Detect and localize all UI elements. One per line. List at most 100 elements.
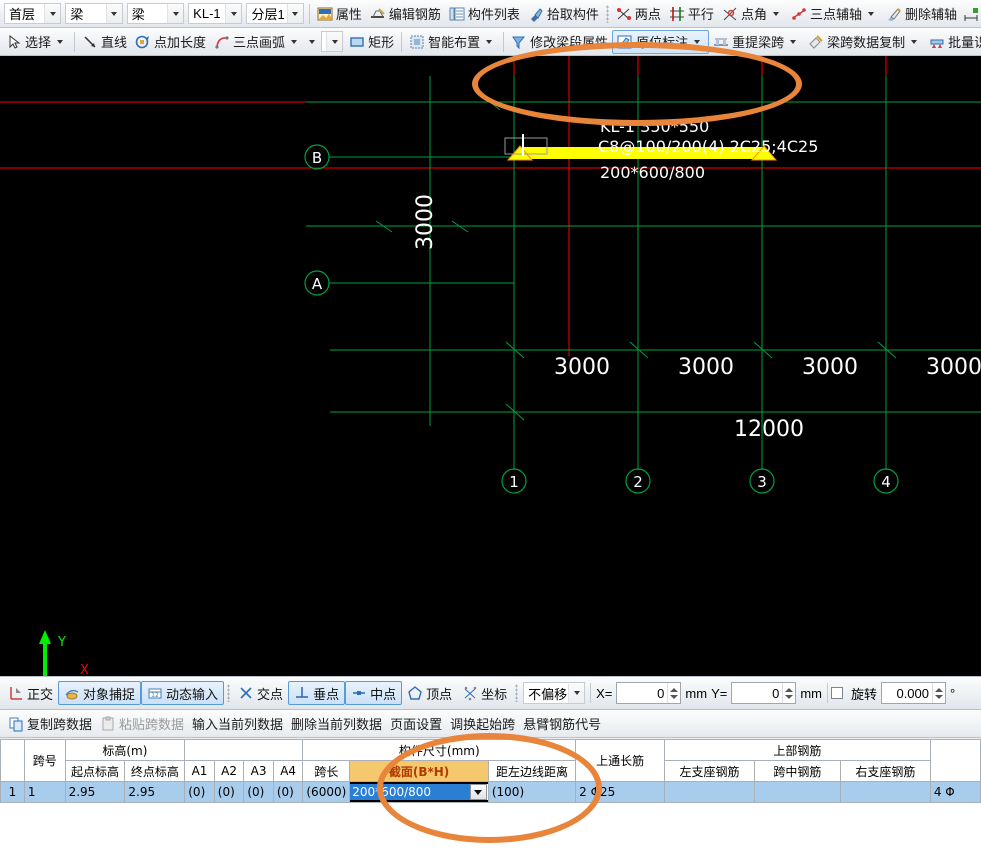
section-combo[interactable]: 200*600/800 bbox=[350, 782, 488, 802]
shape-combo[interactable] bbox=[321, 31, 344, 52]
chevron-down-icon[interactable] bbox=[469, 784, 487, 800]
chevron-down-icon[interactable] bbox=[486, 39, 493, 44]
beam-span-copy-button[interactable]: 梁跨数据复制 bbox=[804, 30, 925, 54]
header-top-through[interactable]: 上通长筋 bbox=[575, 739, 666, 782]
point-length-button[interactable]: 点加长度 bbox=[131, 30, 210, 54]
offset-mode-combo[interactable]: 不偏移 bbox=[523, 682, 586, 704]
cell-span-length[interactable]: (6000) bbox=[302, 781, 351, 803]
header-a2[interactable]: A2 bbox=[213, 760, 245, 782]
header-start-elev[interactable]: 起点标高 bbox=[64, 760, 126, 782]
header-a1[interactable]: A1 bbox=[184, 760, 215, 782]
chevron-down-icon[interactable] bbox=[326, 32, 343, 51]
rotate-stepper[interactable] bbox=[881, 682, 947, 704]
rotate-spin-buttons[interactable] bbox=[932, 683, 945, 703]
y-offset-stepper[interactable] bbox=[731, 682, 797, 704]
cell-dist-left[interactable]: (100) bbox=[487, 781, 577, 803]
floor-combo[interactable]: 首层 bbox=[4, 3, 62, 24]
cell-a1[interactable]: (0) bbox=[184, 781, 215, 803]
chevron-down-icon[interactable] bbox=[105, 4, 122, 23]
chevron-down-icon[interactable] bbox=[772, 11, 779, 16]
header-dist-left[interactable]: 距左边线距离 bbox=[487, 760, 577, 782]
chevron-down-icon[interactable] bbox=[44, 4, 61, 23]
re-extract-beam-span-button[interactable]: 重提梁跨 bbox=[709, 30, 804, 54]
chevron-down-icon[interactable] bbox=[286, 4, 303, 23]
header-a4[interactable]: A4 bbox=[272, 760, 304, 782]
pick-member-button[interactable]: 拾取构件 bbox=[524, 2, 603, 26]
cell-right-support[interactable] bbox=[840, 781, 931, 803]
select-button[interactable]: 选择 bbox=[2, 30, 71, 54]
page-setup-button[interactable]: 页面设置 bbox=[386, 712, 446, 736]
header-right-support[interactable]: 右支座钢筋 bbox=[840, 760, 931, 782]
chevron-down-icon[interactable] bbox=[309, 39, 316, 44]
chevron-down-icon[interactable] bbox=[867, 11, 874, 16]
header-span-length[interactable]: 跨长 bbox=[302, 760, 351, 782]
delete-current-column-button[interactable]: 删除当前列数据 bbox=[287, 712, 386, 736]
chevron-down-icon[interactable] bbox=[911, 39, 918, 44]
midpoint-snap-toggle[interactable]: 中点 bbox=[345, 681, 403, 705]
cell-section[interactable]: 200*600/800 bbox=[349, 781, 489, 803]
cell-extra[interactable]: 4 Φ bbox=[929, 781, 981, 803]
coordinate-snap-toggle[interactable]: 坐标 bbox=[457, 681, 512, 705]
cell-end-elev[interactable]: 2.95 bbox=[124, 781, 186, 803]
category-combo[interactable]: 梁 bbox=[65, 3, 123, 24]
header-a3[interactable]: A3 bbox=[243, 760, 274, 782]
cell-a3[interactable]: (0) bbox=[243, 781, 274, 803]
rotate-input[interactable] bbox=[882, 683, 933, 703]
cell-left-support[interactable] bbox=[664, 781, 755, 803]
cell-span-no[interactable]: 1 bbox=[23, 781, 66, 803]
point-angle-button[interactable]: 点角 bbox=[718, 2, 787, 26]
cell-start-elev[interactable]: 2.95 bbox=[64, 781, 126, 803]
chevron-down-icon[interactable] bbox=[167, 4, 184, 23]
rectangle-button[interactable]: 矩形 bbox=[345, 30, 398, 54]
properties-button[interactable]: 属性 bbox=[313, 2, 366, 26]
header-end-elev[interactable]: 终点标高 bbox=[124, 760, 186, 782]
batch-identify-support-button[interactable]: 批量识别梁支座 bbox=[925, 30, 981, 54]
header-mid-span[interactable]: 跨中钢筋 bbox=[753, 760, 842, 782]
object-snap-toggle[interactable]: 对象捕捉 bbox=[58, 681, 142, 705]
dynamic-input-toggle[interactable]: 12 动态输入 bbox=[141, 681, 225, 705]
vertex-snap-toggle[interactable]: 顶点 bbox=[402, 681, 457, 705]
perpendicular-snap-toggle[interactable]: 垂点 bbox=[288, 681, 346, 705]
y-offset-input[interactable] bbox=[732, 683, 783, 703]
three-point-arc-button[interactable]: 三点画弧 bbox=[210, 30, 305, 54]
three-point-axis-button[interactable]: 三点辅轴 bbox=[787, 2, 882, 26]
chevron-down-icon[interactable] bbox=[57, 39, 64, 44]
intersection-snap-toggle[interactable]: 交点 bbox=[233, 681, 288, 705]
y-offset-spin-buttons[interactable] bbox=[782, 683, 795, 703]
input-current-column-button[interactable]: 输入当前列数据 bbox=[188, 712, 287, 736]
drawing-canvas[interactable]: B A 3000 1 2 3 4 3000 3000 3000 3000 120… bbox=[0, 56, 981, 676]
x-offset-spin-buttons[interactable] bbox=[667, 683, 680, 703]
rotate-checkbox[interactable] bbox=[831, 687, 843, 699]
measure-icon[interactable] bbox=[963, 6, 979, 22]
two-point-button[interactable]: 两点 bbox=[612, 2, 665, 26]
original-annotation-button[interactable]: 原位标注 bbox=[612, 29, 710, 54]
modify-beam-segment-button[interactable]: 修改梁段属性 bbox=[507, 30, 612, 54]
ortho-toggle[interactable]: 正交 bbox=[3, 681, 58, 705]
smart-layout-button[interactable]: 智能布置 bbox=[405, 30, 500, 54]
swap-start-span-button[interactable]: 调换起始跨 bbox=[446, 712, 519, 736]
span-data-grid[interactable]: 跨号 标高(m) 构件尺寸(mm) 上通长筋 上部钢筋 起点标高 终点标高 A1… bbox=[0, 739, 981, 849]
edit-rebar-button[interactable]: 编辑钢筋 bbox=[366, 2, 445, 26]
cell-mid-span[interactable] bbox=[753, 781, 842, 803]
x-offset-input[interactable] bbox=[617, 683, 668, 703]
chevron-down-icon[interactable] bbox=[568, 683, 585, 703]
chevron-down-icon[interactable] bbox=[225, 4, 242, 23]
header-section[interactable]: 截面(B*H) bbox=[349, 760, 489, 782]
cell-a2[interactable]: (0) bbox=[213, 781, 245, 803]
cell-top-through[interactable]: 2 Φ25 bbox=[575, 781, 666, 803]
header-span-no[interactable]: 跨号 bbox=[23, 739, 66, 782]
delete-axis-button[interactable]: 删除辅轴 bbox=[882, 2, 961, 26]
type-combo[interactable]: 梁 bbox=[126, 3, 185, 24]
header-left-support[interactable]: 左支座钢筋 bbox=[664, 760, 755, 782]
row-index[interactable]: 1 bbox=[0, 781, 25, 803]
x-offset-stepper[interactable] bbox=[616, 682, 682, 704]
header-extra[interactable] bbox=[929, 739, 981, 782]
cantilever-rebar-code-button[interactable]: 悬臂钢筋代号 bbox=[519, 712, 605, 736]
cell-a4[interactable]: (0) bbox=[272, 781, 304, 803]
chevron-down-icon[interactable] bbox=[291, 39, 298, 44]
chevron-down-icon[interactable] bbox=[694, 39, 701, 44]
line-button[interactable]: 直线 bbox=[78, 30, 131, 54]
chevron-down-icon[interactable] bbox=[790, 39, 797, 44]
member-list-button[interactable]: 构件列表 bbox=[445, 2, 524, 26]
paste-span-data-button[interactable]: 粘贴跨数据 bbox=[96, 712, 188, 736]
